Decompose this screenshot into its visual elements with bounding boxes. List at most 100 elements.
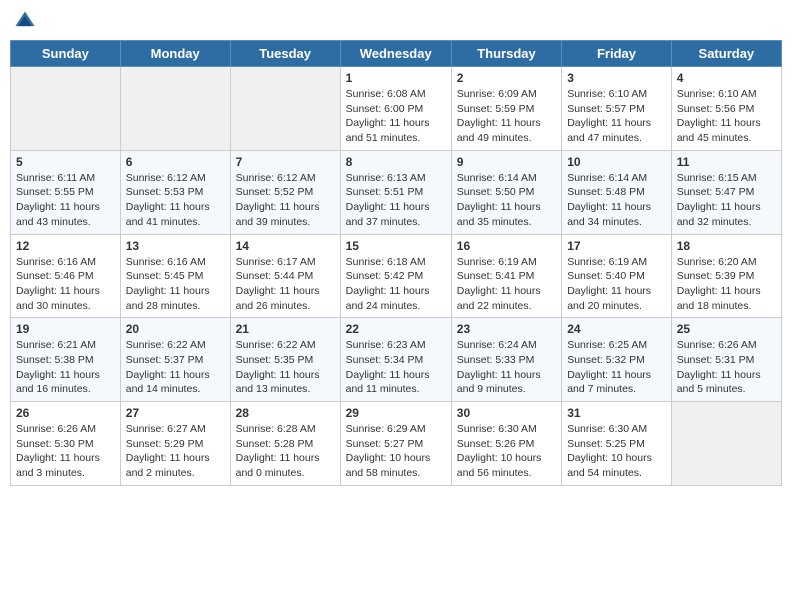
calendar-cell: 9 Sunrise: 6:14 AM Sunset: 5:50 PM Daylig… (451, 150, 561, 234)
cell-content: Sunrise: 6:22 AM Sunset: 5:37 PM Dayligh… (126, 338, 225, 397)
cell-content: Sunrise: 6:25 AM Sunset: 5:32 PM Dayligh… (567, 338, 666, 397)
day-number: 20 (126, 322, 225, 336)
cell-content: Sunrise: 6:17 AM Sunset: 5:44 PM Dayligh… (236, 255, 335, 314)
cell-content: Sunrise: 6:20 AM Sunset: 5:39 PM Dayligh… (677, 255, 776, 314)
cell-content: Sunrise: 6:28 AM Sunset: 5:28 PM Dayligh… (236, 422, 335, 481)
calendar-cell (11, 67, 121, 151)
calendar-cell: 10 Sunrise: 6:14 AM Sunset: 5:48 PM Dayli… (562, 150, 672, 234)
day-header-monday: Monday (120, 41, 230, 67)
cell-content: Sunrise: 6:14 AM Sunset: 5:50 PM Dayligh… (457, 171, 556, 230)
calendar-cell: 28 Sunrise: 6:28 AM Sunset: 5:28 PM Dayli… (230, 402, 340, 486)
day-number: 29 (346, 406, 446, 420)
day-number: 30 (457, 406, 556, 420)
calendar-cell: 6Sunrise: 6:12 AM Sunset: 5:53 PM Daylig… (120, 150, 230, 234)
calendar-cell: 5 Sunrise: 6:11 AM Sunset: 5:55 PM Daylig… (11, 150, 121, 234)
cell-content: Sunrise: 6:14 AM Sunset: 5:48 PM Dayligh… (567, 171, 666, 230)
calendar-cell: 7 Sunrise: 6:12 AM Sunset: 5:52 PM Daylig… (230, 150, 340, 234)
day-number: 27 (126, 406, 225, 420)
calendar-cell (230, 67, 340, 151)
day-number: 31 (567, 406, 666, 420)
calendar-week-row: 12 Sunrise: 6:16 AM Sunset: 5:46 PM Dayli… (11, 234, 782, 318)
day-number: 1 (346, 71, 446, 85)
day-number: 6 (126, 155, 225, 169)
day-number: 7 (236, 155, 335, 169)
cell-content: Sunrise: 6:26 AM Sunset: 5:30 PM Dayligh… (16, 422, 115, 481)
calendar-cell: 31 Sunrise: 6:30 AM Sunset: 5:25 PM Dayli… (562, 402, 672, 486)
cell-content: Sunrise: 6:16 AM Sunset: 5:45 PM Dayligh… (126, 255, 225, 314)
logo-icon (14, 10, 36, 32)
day-number: 28 (236, 406, 335, 420)
day-number: 9 (457, 155, 556, 169)
cell-content: Sunrise: 6:16 AM Sunset: 5:46 PM Dayligh… (16, 255, 115, 314)
day-header-friday: Friday (562, 41, 672, 67)
calendar-cell: 11Sunrise: 6:15 AM Sunset: 5:47 PM Dayli… (671, 150, 781, 234)
day-number: 16 (457, 239, 556, 253)
calendar-cell: 27 Sunrise: 6:27 AM Sunset: 5:29 PM Dayli… (120, 402, 230, 486)
day-header-thursday: Thursday (451, 41, 561, 67)
cell-content: Sunrise: 6:21 AM Sunset: 5:38 PM Dayligh… (16, 338, 115, 397)
calendar-cell: 17 Sunrise: 6:19 AM Sunset: 5:40 PM Dayli… (562, 234, 672, 318)
day-number: 5 (16, 155, 115, 169)
cell-content: Sunrise: 6:19 AM Sunset: 5:41 PM Dayligh… (457, 255, 556, 314)
cell-content: Sunrise: 6:11 AM Sunset: 5:55 PM Dayligh… (16, 171, 115, 230)
calendar-cell: 12 Sunrise: 6:16 AM Sunset: 5:46 PM Dayli… (11, 234, 121, 318)
calendar-cell (671, 402, 781, 486)
calendar-week-row: 19Sunrise: 6:21 AM Sunset: 5:38 PM Dayli… (11, 318, 782, 402)
day-number: 3 (567, 71, 666, 85)
day-number: 23 (457, 322, 556, 336)
day-header-wednesday: Wednesday (340, 41, 451, 67)
calendar-cell: 4 Sunrise: 6:10 AM Sunset: 5:56 PM Daylig… (671, 67, 781, 151)
calendar-cell: 8Sunrise: 6:13 AM Sunset: 5:51 PM Daylig… (340, 150, 451, 234)
cell-content: Sunrise: 6:12 AM Sunset: 5:52 PM Dayligh… (236, 171, 335, 230)
cell-content: Sunrise: 6:19 AM Sunset: 5:40 PM Dayligh… (567, 255, 666, 314)
cell-content: Sunrise: 6:30 AM Sunset: 5:25 PM Dayligh… (567, 422, 666, 481)
calendar-cell: 30 Sunrise: 6:30 AM Sunset: 5:26 PM Dayli… (451, 402, 561, 486)
day-header-sunday: Sunday (11, 41, 121, 67)
cell-content: Sunrise: 6:08 AM Sunset: 6:00 PM Dayligh… (346, 87, 446, 146)
calendar-cell: 13 Sunrise: 6:16 AM Sunset: 5:45 PM Dayli… (120, 234, 230, 318)
calendar-cell: 24 Sunrise: 6:25 AM Sunset: 5:32 PM Dayli… (562, 318, 672, 402)
cell-content: Sunrise: 6:29 AM Sunset: 5:27 PM Dayligh… (346, 422, 446, 481)
day-number: 10 (567, 155, 666, 169)
day-number: 22 (346, 322, 446, 336)
day-number: 14 (236, 239, 335, 253)
cell-content: Sunrise: 6:09 AM Sunset: 5:59 PM Dayligh… (457, 87, 556, 146)
calendar-cell: 2 Sunrise: 6:09 AM Sunset: 5:59 PM Daylig… (451, 67, 561, 151)
day-number: 15 (346, 239, 446, 253)
calendar-cell: 29 Sunrise: 6:29 AM Sunset: 5:27 PM Dayli… (340, 402, 451, 486)
cell-content: Sunrise: 6:15 AM Sunset: 5:47 PM Dayligh… (677, 171, 776, 230)
calendar-cell: 26 Sunrise: 6:26 AM Sunset: 5:30 PM Dayli… (11, 402, 121, 486)
calendar-cell: 22Sunrise: 6:23 AM Sunset: 5:34 PM Dayli… (340, 318, 451, 402)
cell-content: Sunrise: 6:30 AM Sunset: 5:26 PM Dayligh… (457, 422, 556, 481)
day-header-saturday: Saturday (671, 41, 781, 67)
day-number: 2 (457, 71, 556, 85)
day-number: 4 (677, 71, 776, 85)
calendar-week-row: 26 Sunrise: 6:26 AM Sunset: 5:30 PM Dayli… (11, 402, 782, 486)
cell-content: Sunrise: 6:10 AM Sunset: 5:56 PM Dayligh… (677, 87, 776, 146)
day-number: 13 (126, 239, 225, 253)
day-number: 17 (567, 239, 666, 253)
day-number: 26 (16, 406, 115, 420)
page-header (10, 10, 782, 32)
calendar-cell (120, 67, 230, 151)
day-number: 21 (236, 322, 335, 336)
day-number: 25 (677, 322, 776, 336)
cell-content: Sunrise: 6:26 AM Sunset: 5:31 PM Dayligh… (677, 338, 776, 397)
day-header-tuesday: Tuesday (230, 41, 340, 67)
calendar-cell: 16 Sunrise: 6:19 AM Sunset: 5:41 PM Dayli… (451, 234, 561, 318)
day-number: 8 (346, 155, 446, 169)
calendar-cell: 18Sunrise: 6:20 AM Sunset: 5:39 PM Dayli… (671, 234, 781, 318)
cell-content: Sunrise: 6:22 AM Sunset: 5:35 PM Dayligh… (236, 338, 335, 397)
day-number: 12 (16, 239, 115, 253)
calendar-week-row: 1 Sunrise: 6:08 AM Sunset: 6:00 PM Daylig… (11, 67, 782, 151)
cell-content: Sunrise: 6:10 AM Sunset: 5:57 PM Dayligh… (567, 87, 666, 146)
calendar-week-row: 5 Sunrise: 6:11 AM Sunset: 5:55 PM Daylig… (11, 150, 782, 234)
logo (14, 10, 38, 32)
cell-content: Sunrise: 6:18 AM Sunset: 5:42 PM Dayligh… (346, 255, 446, 314)
calendar-cell: 14 Sunrise: 6:17 AM Sunset: 5:44 PM Dayli… (230, 234, 340, 318)
cell-content: Sunrise: 6:27 AM Sunset: 5:29 PM Dayligh… (126, 422, 225, 481)
cell-content: Sunrise: 6:24 AM Sunset: 5:33 PM Dayligh… (457, 338, 556, 397)
day-number: 24 (567, 322, 666, 336)
calendar-cell: 19Sunrise: 6:21 AM Sunset: 5:38 PM Dayli… (11, 318, 121, 402)
calendar-cell: 21 Sunrise: 6:22 AM Sunset: 5:35 PM Dayli… (230, 318, 340, 402)
